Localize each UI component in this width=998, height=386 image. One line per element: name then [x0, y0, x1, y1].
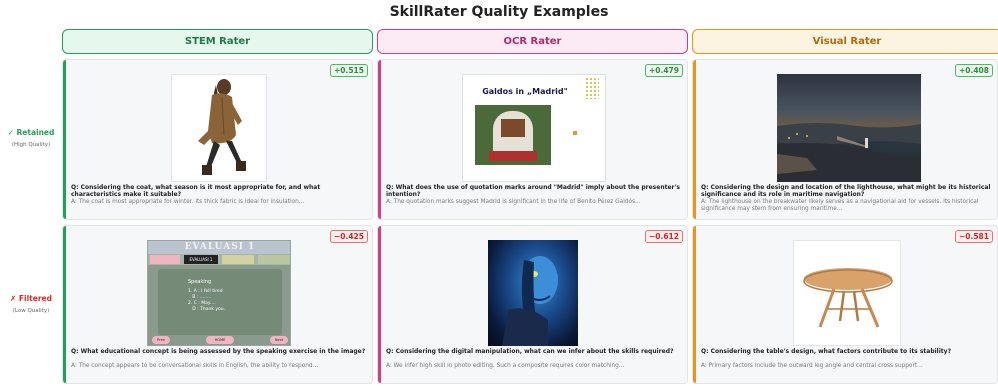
question-text: Q: What educational concept is being ass… — [71, 348, 366, 355]
slide-tab-active: EVALUASI 1 — [184, 255, 218, 264]
card-stripe — [378, 226, 381, 383]
score-badge: −0.581 — [954, 230, 993, 243]
avatar-face-icon — [502, 256, 558, 346]
question-text: Q: What does the use of quotation marks … — [386, 184, 680, 198]
card-stripe — [63, 226, 66, 383]
slide-line: 2. C : May.... — [188, 301, 216, 306]
galdos-madrid-slide-image: Galdos in „Madrid" — [462, 74, 606, 182]
question-text: Q: Considering the coat, what season is … — [71, 184, 321, 198]
lighthouse-scene-icon — [777, 123, 921, 182]
score-badge: −0.612 — [644, 230, 683, 243]
answer-text: A: The concept appears to be conversatio… — [71, 363, 319, 369]
card-visual-retained[interactable]: +0.408 Q: Considering the design and loc… — [692, 59, 998, 220]
row-label-subtitle: (High Quality) — [11, 142, 51, 148]
row-label-title: ✓ Retained — [7, 128, 55, 137]
wooden-round-table-image — [793, 240, 901, 346]
dots-decoration — [585, 77, 599, 99]
lighthouse-aerial-image — [777, 74, 921, 182]
question-text: Q: Considering the table's design, what … — [701, 348, 952, 355]
blue-avatar-portrait-image — [488, 240, 578, 346]
answer-text: A: Primary factors include the outward l… — [701, 363, 923, 369]
small-star-icon — [573, 131, 577, 135]
card-stem-filtered[interactable]: −0.425 EVALUASI 1 EVALUASI 1 Speaking 1.… — [62, 225, 373, 384]
card-stripe — [63, 60, 66, 219]
figure-title: SkillRater Quality Examples — [389, 4, 609, 20]
score-badge: +0.515 — [329, 64, 368, 77]
row-label-filtered: ✗ Filtered (Low Quality) — [0, 294, 62, 314]
column-header-ocr: OCR Rater — [377, 29, 688, 54]
card-stripe — [693, 60, 696, 219]
card-ocr-filtered[interactable]: −0.612 Q: Considering the digital manipu… — [377, 225, 688, 384]
score-badge: +0.408 — [954, 64, 993, 77]
answer-text: A: The lighthouse on the breakwater like… — [701, 199, 979, 212]
slide-line: 1. A : I fell tired — [188, 289, 223, 294]
answer-text: A: The coat is most appropriate for wint… — [71, 199, 305, 205]
row-label-title: ✗ Filtered — [10, 294, 52, 303]
slide-prev-button: Prev — [152, 336, 170, 344]
row-label-subtitle: (Low Quality) — [12, 308, 50, 314]
slide-home-button: HOME — [206, 336, 234, 344]
slide-line: B : ........ — [188, 295, 212, 300]
card-visual-filtered[interactable]: −0.581 Q: Considering the table's design… — [692, 225, 998, 384]
card-stem-retained[interactable]: +0.515 Q: Considering the coat, what sea… — [62, 59, 373, 220]
card-ocr-retained[interactable]: +0.479 Galdos in „Madrid" Q: What does t… — [377, 59, 688, 220]
slide-next-button: Next — [270, 336, 288, 344]
woman-in-brown-coat-image — [171, 74, 267, 182]
column-header-label: OCR Rater — [503, 36, 562, 47]
table-icon — [803, 268, 893, 328]
evaluasi-slide-image: EVALUASI 1 EVALUASI 1 Speaking 1. A : I … — [147, 240, 291, 346]
slide-tab-bar: EVALUASI 1 — [148, 254, 290, 265]
column-header-stem: STEM Rater — [62, 29, 373, 54]
slide-line: D : Thank you. — [188, 307, 226, 312]
card-stripe — [378, 60, 381, 219]
column-header-label: STEM Rater — [184, 36, 251, 47]
answer-text: A: The quotation marks suggest Madrid is… — [386, 199, 641, 205]
answer-text: A: We infer high skill in photo editing.… — [386, 363, 625, 369]
column-header-label: Visual Rater — [812, 36, 882, 47]
row-label-retained: ✓ Retained (High Quality) — [0, 128, 62, 148]
card-stripe — [693, 226, 696, 383]
woman-figure-icon — [198, 79, 246, 175]
question-text: Q: Considering the digital manipulation,… — [386, 348, 674, 355]
column-header-visual: Visual Rater — [692, 29, 998, 54]
photo-of-building — [475, 105, 551, 165]
score-badge: +0.479 — [644, 64, 683, 77]
score-badge: −0.425 — [329, 230, 368, 243]
question-text: Q: Considering the design and location o… — [701, 184, 991, 198]
slide-title: Galdos in „Madrid" — [482, 87, 568, 96]
slide-heading: Speaking — [188, 279, 212, 285]
slide-title: EVALUASI 1 — [148, 241, 290, 254]
slide-content-panel: Speaking 1. A : I fell tired B : .......… — [158, 269, 282, 335]
